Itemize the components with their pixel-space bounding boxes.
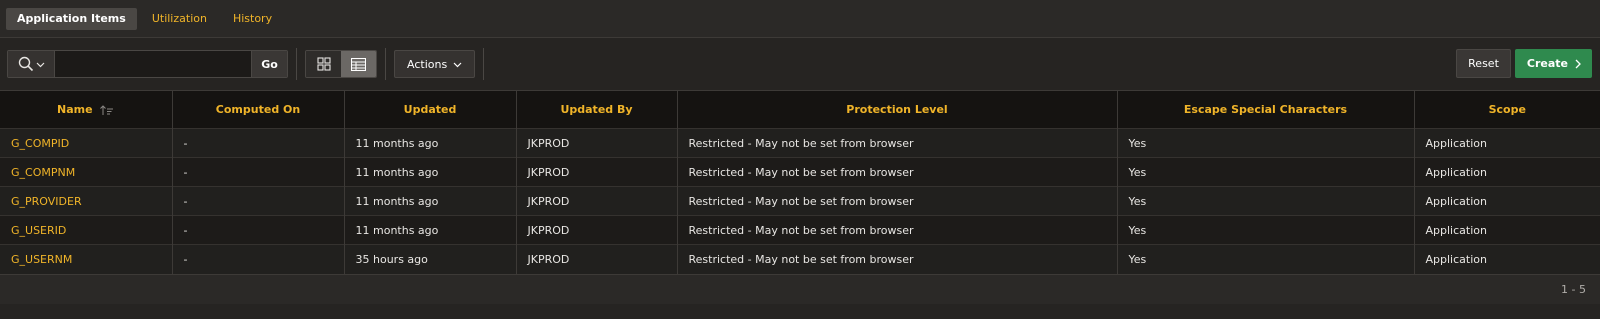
create-label: Create	[1526, 57, 1568, 70]
toolbar-divider	[385, 48, 386, 80]
reset-button[interactable]: Reset	[1456, 49, 1511, 78]
protection-level-cell: Restricted - May not be set from browser	[677, 157, 1118, 187]
computed-on-cell: -	[172, 128, 345, 158]
actions-menu-button[interactable]: Actions	[394, 50, 476, 78]
escape-special-characters-cell: Yes	[1117, 215, 1415, 245]
table-row: G_PROVIDER - 11 months ago JKPROD Restri…	[0, 186, 1600, 216]
sort-ascending-icon	[100, 104, 114, 115]
escape-special-characters-cell: Yes	[1117, 157, 1415, 187]
updated-by-cell: JKPROD	[516, 157, 678, 187]
table-row: G_COMPID - 11 months ago JKPROD Restrict…	[0, 128, 1600, 158]
column-header-name[interactable]: Name	[0, 90, 173, 129]
search-column-menu-button[interactable]	[8, 51, 55, 77]
column-header-scope[interactable]: Scope	[1414, 90, 1600, 129]
protection-level-cell: Restricted - May not be set from browser	[677, 186, 1118, 216]
toolbar-right-buttons: Reset Create	[1456, 49, 1592, 78]
protection-level-cell: Restricted - May not be set from browser	[677, 128, 1118, 158]
updated-cell: 11 months ago	[344, 186, 517, 216]
updated-by-cell: JKPROD	[516, 186, 678, 216]
table-view-icon	[351, 57, 366, 71]
updated-by-cell: JKPROD	[516, 128, 678, 158]
scope-cell: Application	[1414, 244, 1600, 274]
item-name-link[interactable]: G_COMPID	[0, 128, 173, 158]
protection-level-cell: Restricted - May not be set from browser	[677, 244, 1118, 274]
escape-special-characters-cell: Yes	[1117, 128, 1415, 158]
table-footer: 1 - 5	[0, 273, 1600, 304]
chevron-down-icon	[36, 62, 44, 67]
table-header-row: Name Computed On Updated Updated By Prot…	[0, 90, 1600, 129]
actions-label: Actions	[407, 57, 448, 71]
tab-application-items[interactable]: Application Items	[6, 7, 137, 30]
table-row: G_USERID - 11 months ago JKPROD Restrict…	[0, 215, 1600, 245]
item-name-link[interactable]: G_COMPNM	[0, 157, 173, 187]
view-switcher	[305, 50, 377, 78]
chevron-right-icon	[1575, 59, 1581, 68]
updated-by-cell: JKPROD	[516, 244, 678, 274]
table-row: G_USERNM - 35 hours ago JKPROD Restricte…	[0, 244, 1600, 274]
pagination-range: 1 - 5	[1561, 282, 1586, 296]
column-header-protection-level[interactable]: Protection Level	[677, 90, 1118, 129]
tab-utilization[interactable]: Utilization	[141, 8, 218, 30]
report-toolbar: Go Actions Reset Create	[0, 38, 1600, 90]
updated-cell: 11 months ago	[344, 215, 517, 245]
search-input[interactable]	[55, 51, 251, 77]
escape-special-characters-cell: Yes	[1117, 244, 1415, 274]
search-group: Go	[7, 50, 288, 78]
scope-cell: Application	[1414, 215, 1600, 245]
application-items-table: Name Computed On Updated Updated By Prot…	[0, 90, 1600, 274]
scope-cell: Application	[1414, 157, 1600, 187]
updated-by-cell: JKPROD	[516, 215, 678, 245]
search-icon	[18, 56, 33, 72]
computed-on-cell: -	[172, 157, 345, 187]
escape-special-characters-cell: Yes	[1117, 186, 1415, 216]
computed-on-cell: -	[172, 215, 345, 245]
create-button[interactable]: Create	[1514, 49, 1592, 78]
column-header-escape-special-characters[interactable]: Escape Special Characters	[1117, 90, 1415, 129]
icon-view-button[interactable]	[306, 51, 341, 77]
report-view-button[interactable]	[341, 51, 376, 77]
updated-cell: 11 months ago	[344, 128, 517, 158]
go-button[interactable]: Go	[251, 51, 287, 77]
column-header-updated-by[interactable]: Updated By	[516, 90, 678, 129]
computed-on-cell: -	[172, 186, 345, 216]
toolbar-divider	[296, 48, 297, 80]
item-name-link[interactable]: G_USERID	[0, 215, 173, 245]
chevron-down-icon	[453, 62, 462, 67]
grid-view-icon	[316, 57, 331, 71]
protection-level-cell: Restricted - May not be set from browser	[677, 215, 1118, 245]
tab-bar: Application Items Utilization History	[0, 0, 1600, 38]
table-row: G_COMPNM - 11 months ago JKPROD Restrict…	[0, 157, 1600, 187]
item-name-link[interactable]: G_USERNM	[0, 244, 173, 274]
item-name-link[interactable]: G_PROVIDER	[0, 186, 173, 216]
column-header-computed-on[interactable]: Computed On	[172, 90, 345, 129]
tab-history[interactable]: History	[222, 8, 283, 30]
column-header-updated[interactable]: Updated	[344, 90, 517, 129]
scope-cell: Application	[1414, 186, 1600, 216]
updated-cell: 11 months ago	[344, 157, 517, 187]
updated-cell: 35 hours ago	[344, 244, 517, 274]
computed-on-cell: -	[172, 244, 345, 274]
scope-cell: Application	[1414, 128, 1600, 158]
toolbar-divider	[483, 48, 485, 80]
